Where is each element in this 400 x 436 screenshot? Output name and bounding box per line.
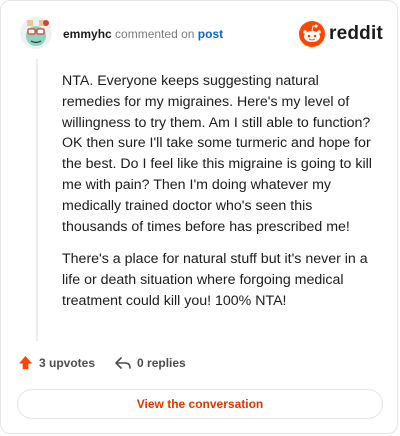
view-conversation-button[interactable]: View the conversation — [17, 389, 383, 419]
comment-header: emmyhc commented on post — [63, 27, 223, 41]
user-avatar[interactable] — [19, 15, 53, 51]
upvotes-count: 3 upvotes — [39, 355, 96, 370]
comment-body: NTA. Everyone keeps suggesting natural r… — [62, 71, 380, 324]
replies-count: 0 replies — [137, 355, 186, 370]
reply-arrow-icon — [115, 356, 131, 369]
embedded-comment-card: emmyhc commented on post reddit NTA. Eve… — [0, 0, 398, 434]
upvote-arrow-icon — [18, 355, 33, 370]
thread-line — [36, 59, 38, 341]
comment-paragraph: There's a place for natural stuff but it… — [62, 251, 368, 309]
replies-stat[interactable]: 0 replies — [115, 356, 186, 370]
reddit-logo[interactable]: reddit — [299, 21, 383, 47]
comment-paragraph: NTA. Everyone keeps suggesting natural r… — [62, 73, 372, 235]
reddit-snoo-icon — [299, 21, 326, 47]
upvotes-stat[interactable]: 3 upvotes — [18, 355, 95, 370]
username[interactable]: emmyhc — [63, 27, 112, 41]
header-action-text: commented on — [115, 27, 195, 41]
post-link[interactable]: post — [198, 27, 223, 41]
reddit-wordmark: reddit — [329, 23, 383, 44]
comment-stats: 3 upvotes 0 replies — [18, 355, 186, 370]
